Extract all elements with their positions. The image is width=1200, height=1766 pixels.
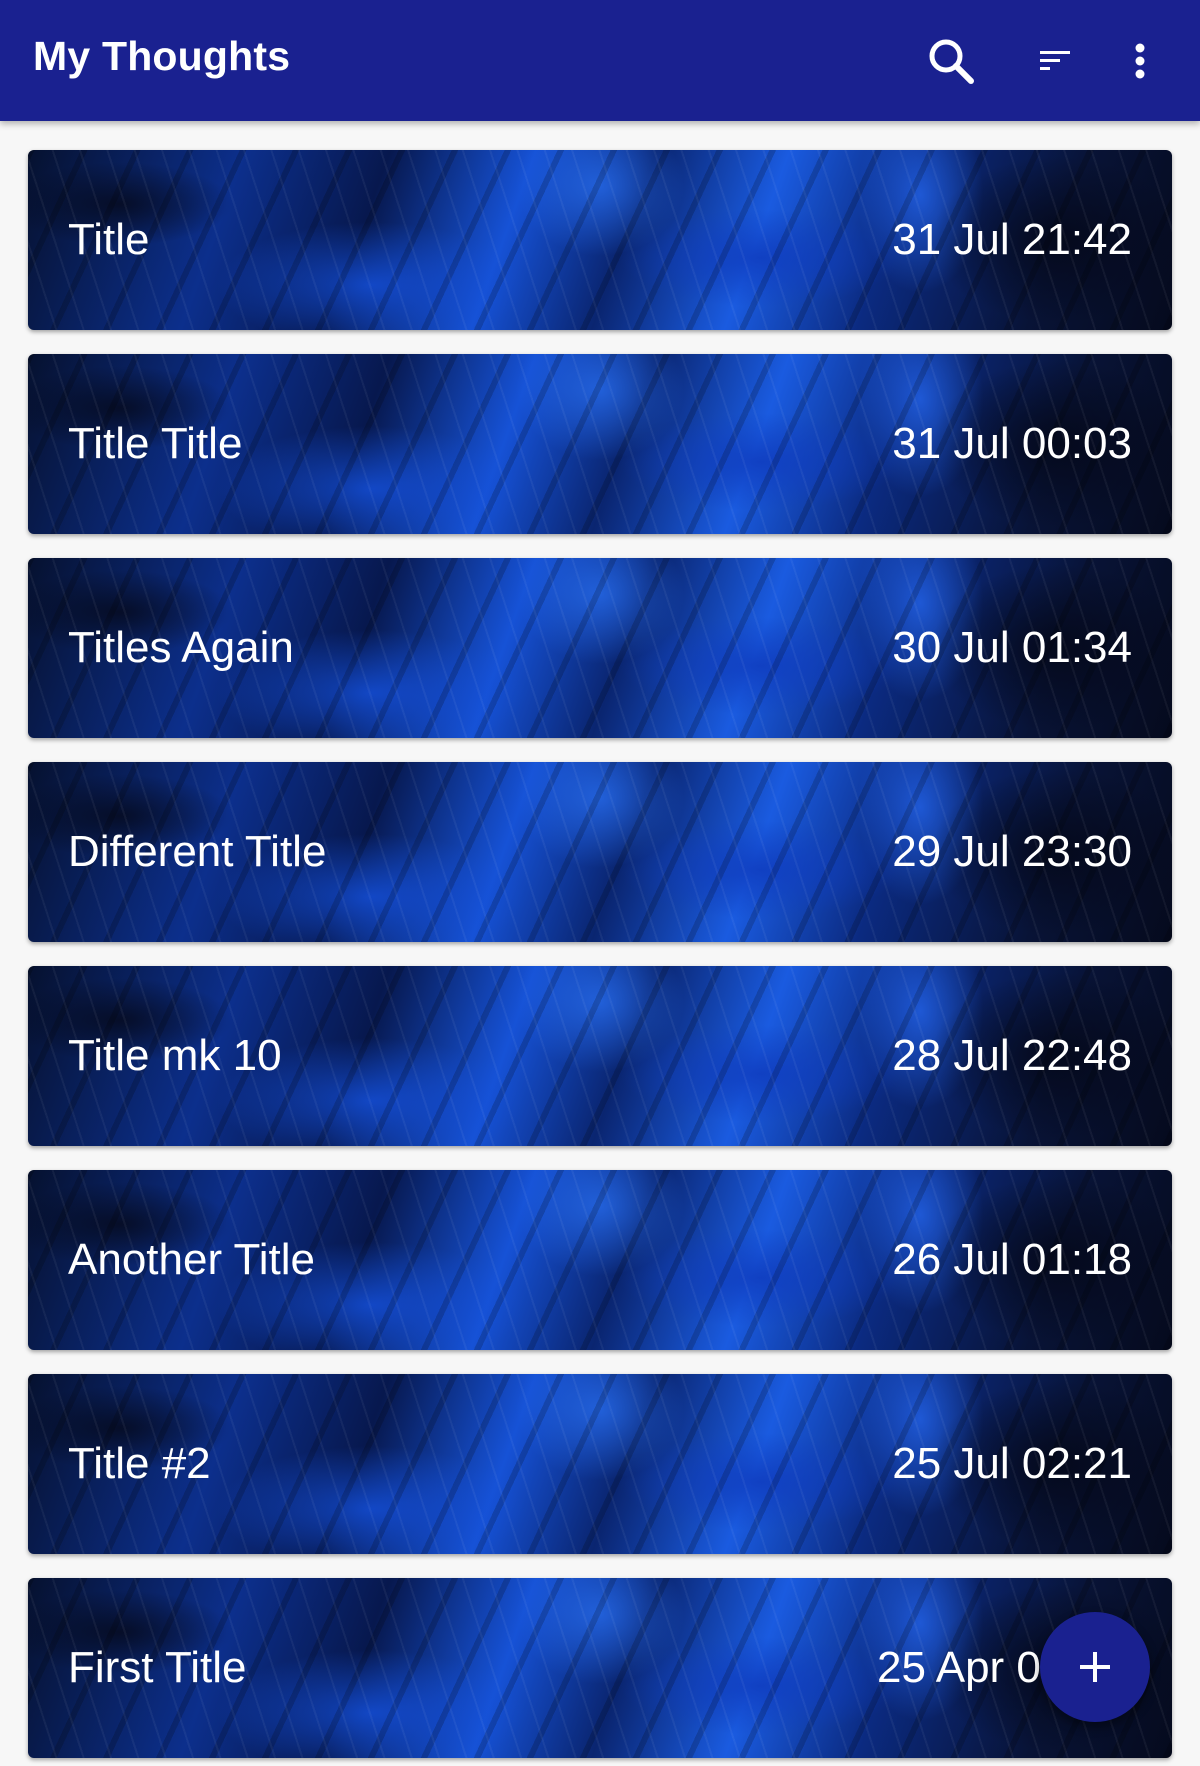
sort-icon	[1040, 50, 1070, 70]
note-date: 26 Jul 01:18	[892, 1235, 1132, 1284]
note-card[interactable]: First Title 25 Apr 0	[28, 1578, 1172, 1758]
note-title: Titles Again	[68, 623, 294, 672]
app-title: My Thoughts	[33, 33, 291, 79]
note-date: 29 Jul 23:30	[892, 827, 1132, 876]
note-title: Title mk 10	[68, 1031, 282, 1080]
note-card[interactable]: Different Title 29 Jul 23:30	[28, 762, 1172, 942]
note-date: 25 Apr 0	[877, 1643, 1041, 1692]
note-card[interactable]: Another Title 26 Jul 01:18	[28, 1170, 1172, 1350]
plus-icon	[1080, 1652, 1110, 1682]
note-title: Title Title	[68, 419, 243, 468]
more-vert-icon	[1135, 43, 1145, 78]
add-note-button[interactable]	[1040, 1612, 1150, 1722]
search-icon	[929, 39, 974, 84]
app-bar: My Thoughts	[0, 0, 1200, 121]
note-card[interactable]: Title 31 Jul 21:42	[28, 150, 1172, 330]
note-title: Title	[68, 215, 150, 264]
note-card[interactable]: Title mk 10 28 Jul 22:48	[28, 966, 1172, 1146]
notes-list: Title 31 Jul 21:42 Title Title 31 Jul 00…	[0, 121, 1200, 1766]
note-date: 31 Jul 00:03	[892, 419, 1132, 468]
note-card[interactable]: Title Title 31 Jul 00:03	[28, 354, 1172, 534]
more-options-button[interactable]	[1095, 0, 1185, 121]
search-button[interactable]	[906, 0, 996, 121]
note-title: First Title	[68, 1643, 247, 1692]
sort-button[interactable]	[1010, 0, 1100, 121]
note-date: 30 Jul 01:34	[892, 623, 1132, 672]
note-date: 25 Jul 02:21	[892, 1439, 1132, 1488]
note-card[interactable]: Titles Again 30 Jul 01:34	[28, 558, 1172, 738]
note-title: Different Title	[68, 827, 327, 876]
note-title: Another Title	[68, 1235, 316, 1284]
note-date: 31 Jul 21:42	[892, 215, 1132, 264]
note-card[interactable]: Title #2 25 Jul 02:21	[28, 1374, 1172, 1554]
note-date: 28 Jul 22:48	[892, 1031, 1132, 1080]
note-title: Title #2	[68, 1439, 211, 1488]
